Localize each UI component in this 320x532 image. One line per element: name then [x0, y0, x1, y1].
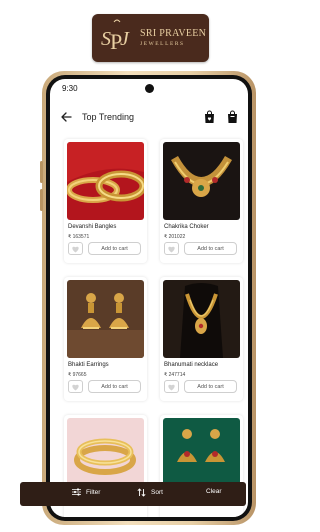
add-to-cart-button[interactable]: Add to cart — [184, 242, 237, 255]
heart-icon — [168, 384, 175, 390]
clear-label: Clear — [206, 488, 222, 495]
product-card[interactable]: Devanshi Bangles ₹ 163571 Add to cart — [64, 139, 147, 263]
arrow-left-icon[interactable] — [59, 110, 73, 124]
product-image[interactable] — [163, 142, 240, 220]
sort-button[interactable]: Sort — [137, 488, 163, 497]
spj-monogram-icon: S P J — [101, 19, 130, 54]
product-card[interactable]: Bhakti Earrings ₹ 97665 Add to cart — [64, 277, 147, 401]
heart-icon — [168, 246, 175, 252]
product-image[interactable] — [163, 280, 240, 358]
page-title: Top Trending — [82, 112, 135, 122]
wishlist-button[interactable] — [68, 242, 83, 255]
add-to-cart-button[interactable]: Add to cart — [88, 242, 141, 255]
brand-name: SRI PRAVEEN — [140, 27, 207, 39]
wishlist-button[interactable] — [164, 380, 179, 393]
add-to-cart-button[interactable]: Add to cart — [184, 380, 237, 393]
sort-label: Sort — [151, 489, 163, 496]
product-name: Devanshi Bangles — [68, 224, 117, 230]
cart-bag-icon[interactable] — [226, 110, 239, 124]
brand-subtitle: JEWELLERS — [140, 40, 185, 47]
wishlist-button[interactable] — [164, 242, 179, 255]
sort-icon — [137, 488, 146, 497]
product-name: Chakrika Choker — [164, 224, 209, 230]
app-bar: Top Trending — [50, 107, 248, 129]
phone-frame: 9:30 Top Trending Devanshi Bangles ₹ 163… — [40, 71, 256, 525]
gold-necklace-image — [163, 280, 240, 358]
product-card[interactable]: Bhanumati necklace ₹ 247714 Add to cart — [160, 277, 243, 401]
product-name: Bhakti Earrings — [68, 362, 109, 368]
product-price: ₹ 201022 — [164, 234, 186, 240]
brand-logo: S P J SRI PRAVEEN JEWELLERS — [92, 14, 209, 62]
gold-earrings-image — [67, 280, 144, 358]
clear-button[interactable]: Clear — [206, 488, 222, 495]
status-time: 9:30 — [62, 84, 78, 93]
camera-hole — [145, 84, 154, 93]
app-screen: 9:30 Top Trending Devanshi Bangles ₹ 163… — [50, 79, 248, 517]
product-image[interactable] — [67, 142, 144, 220]
gold-choker-image — [163, 142, 240, 220]
wishlist-bag-icon[interactable] — [203, 110, 216, 124]
product-price: ₹ 163571 — [68, 234, 90, 240]
filter-button[interactable]: Filter — [72, 488, 100, 496]
product-card[interactable]: Chakrika Choker ₹ 201022 Add to cart — [160, 139, 243, 263]
heart-icon — [72, 246, 79, 252]
product-price: ₹ 247714 — [164, 372, 186, 378]
add-to-cart-button[interactable]: Add to cart — [88, 380, 141, 393]
filter-sort-bar: Filter Sort Clear — [20, 482, 246, 506]
filter-label: Filter — [86, 488, 101, 496]
product-image[interactable] — [67, 280, 144, 358]
gold-bangles-image — [67, 142, 144, 220]
svg-text:J: J — [120, 28, 130, 50]
status-bar: 9:30 — [50, 79, 248, 97]
product-price: ₹ 97665 — [68, 372, 87, 378]
heart-icon — [72, 384, 79, 390]
filter-icon — [72, 488, 81, 496]
product-name: Bhanumati necklace — [164, 362, 219, 368]
wishlist-button[interactable] — [68, 380, 83, 393]
